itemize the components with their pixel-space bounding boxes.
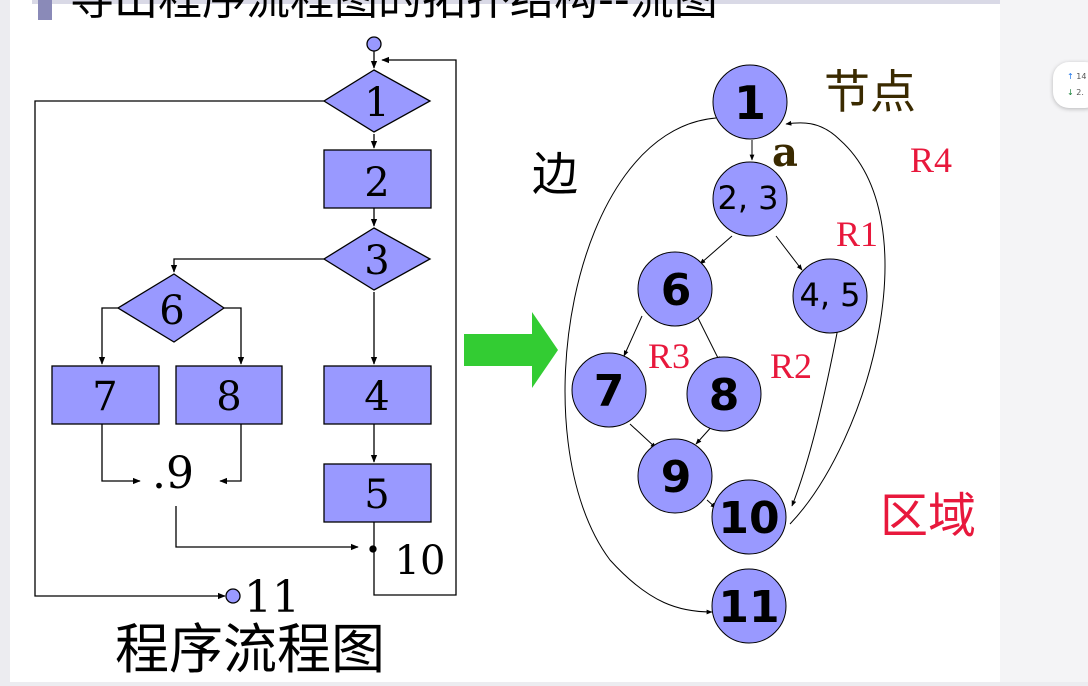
label-edge: 边 (532, 147, 578, 201)
transform-arrow (464, 312, 558, 388)
junction-10 (369, 545, 377, 553)
fc-label-8: 8 (216, 374, 241, 420)
fg-label-2-3: 2, 3 (717, 179, 778, 217)
slide-title: 导出程序流程图的拓扑结构--流图 (70, 0, 718, 25)
fg-label-4-5: 4, 5 (799, 276, 860, 314)
fg-label-9: 9 (661, 452, 692, 503)
fc-label-4: 4 (364, 374, 389, 420)
fg-label-1: 1 (734, 76, 766, 130)
flowchart (34, 36, 457, 604)
fc-label-2: 2 (364, 160, 389, 206)
title-bullet (38, 0, 52, 20)
label-node: 节点 (824, 65, 916, 119)
end-terminal (225, 588, 241, 604)
fc-label-11: 11 (244, 572, 300, 623)
fg-label-10: 10 (718, 493, 779, 544)
diagram-canvas: 导出程序流程图的拓扑结构--流图 (32, 0, 1000, 681)
fg-label-11: 11 (718, 582, 779, 633)
region-r2: R2 (770, 346, 812, 386)
download-value: 2. (1076, 88, 1084, 97)
region-r4: R4 (910, 140, 952, 180)
region-r3: R3 (648, 336, 690, 376)
fc-label-1: 1 (364, 80, 389, 126)
fc-label-3: 3 (364, 238, 389, 284)
fc-label-6: 6 (159, 288, 184, 334)
fg-label-8: 8 (709, 370, 740, 421)
upload-icon: ↑ 14 (1067, 72, 1087, 81)
fc-label-5: 5 (364, 472, 389, 518)
upload-value: 14 (1076, 72, 1087, 81)
label-region: 区域 (880, 488, 976, 544)
network-status-widget[interactable]: ↑ 14 ↓ 2. (1053, 62, 1088, 108)
start-terminal (366, 36, 382, 52)
fg-label-6: 6 (661, 265, 692, 316)
fc-label-9: .9 (152, 448, 194, 499)
slide: 导出程序流程图的拓扑结构--流图 (10, 0, 1000, 682)
region-r1: R1 (836, 214, 878, 254)
flow-graph (564, 64, 886, 644)
fc-label-7: 7 (92, 374, 117, 420)
fg-label-7: 7 (594, 366, 625, 417)
label-edge-a: a (772, 129, 798, 176)
flowchart-caption: 程序流程图 (115, 618, 385, 681)
download-icon: ↓ 2. (1067, 88, 1084, 97)
fc-label-10: 10 (395, 538, 446, 584)
